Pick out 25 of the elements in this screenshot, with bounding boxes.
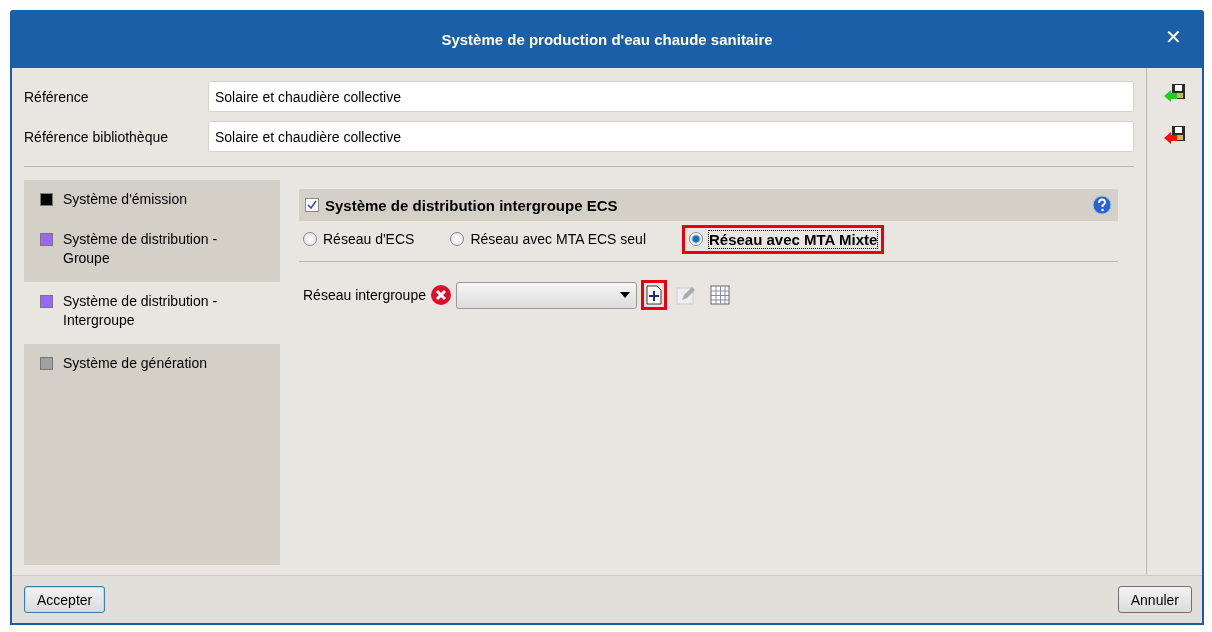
group-title: Système de distribution intergroupe ECS [325,196,619,214]
text-field[interactable]: Solaire et chaudière collective [208,81,1134,112]
pencil-icon [676,285,696,305]
grid-icon [710,285,730,305]
radio-option[interactable]: Réseau avec MTA Mixte [682,224,885,254]
radio-option[interactable]: Réseau avec MTA ECS seul [450,231,646,247]
radio-option[interactable]: Réseau d'ECS [303,231,415,247]
window-title: Système de production d'eau chaude sanitaire [441,30,773,48]
new-button[interactable] [641,280,667,310]
field-label: Réseau intergroupe [303,287,426,303]
sidebar-item-label: Système de génération [63,354,207,373]
sidebar-item-label: Système de distribution - Intergroupe [63,292,219,330]
caret-icon [620,292,630,298]
sidebar-item-label: Système de distribution - Groupe [63,230,219,268]
checkbox[interactable] [305,198,319,212]
text-field[interactable]: Solaire et chaudière collective [208,121,1134,152]
help-icon[interactable] [1092,195,1112,215]
sidebar-item-label: Système d'émission [63,190,188,209]
cancel-button[interactable]: Annuler [1117,586,1192,613]
field-label: Référence bibliothèque [24,128,169,145]
close-button[interactable]: ✕ [1159,24,1188,50]
field-label: Référence [24,88,90,105]
accept-button[interactable]: Accepter [24,586,106,613]
sidebar-item[interactable]: Système de distribution - Intergroupe [24,282,280,344]
new-document-icon [646,285,662,305]
